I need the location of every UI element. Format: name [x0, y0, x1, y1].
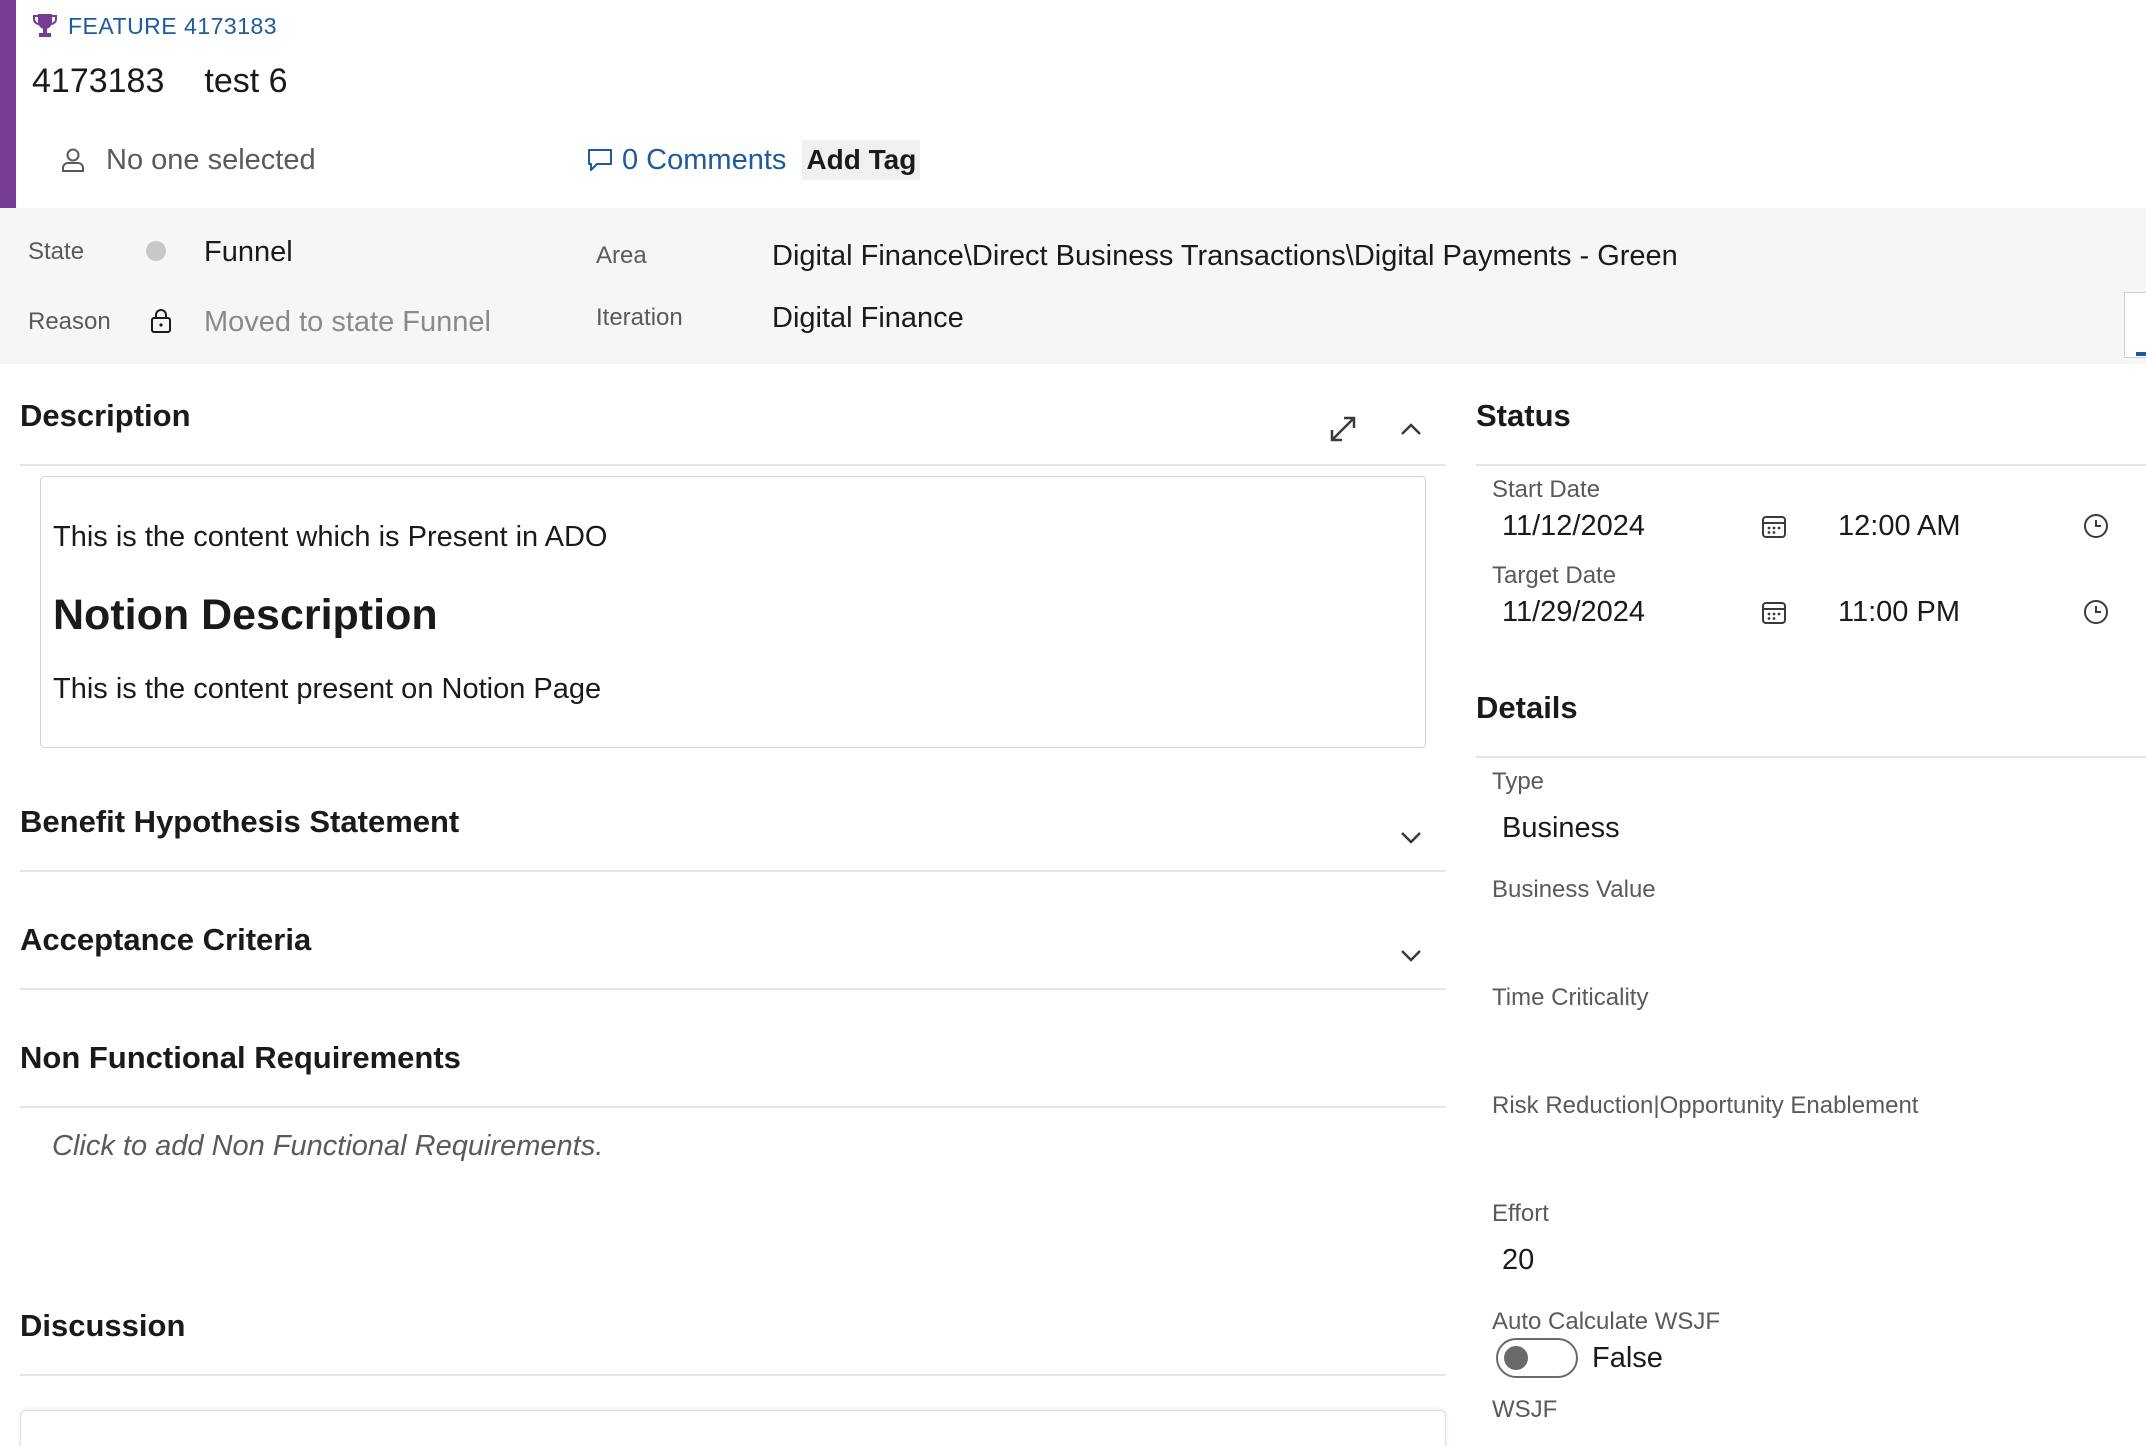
work-item-header: FEATURE 4173183 4173183 test 6 No one se…: [16, 0, 2146, 208]
description-section-title[interactable]: Description: [20, 398, 191, 434]
chevron-down-icon[interactable]: [1394, 938, 1428, 972]
state-indicator: [146, 241, 166, 261]
description-divider: [20, 464, 1446, 466]
add-tag-button[interactable]: Add Tag: [802, 140, 921, 180]
work-item-id: 4173183: [32, 62, 165, 100]
work-item-color-bar: [0, 0, 16, 208]
calendar-icon[interactable]: [1760, 598, 1788, 626]
description-heading: Notion Description: [53, 591, 438, 639]
nfr-section-title[interactable]: Non Functional Requirements: [20, 1040, 461, 1076]
iteration-path-field[interactable]: Digital Finance: [772, 302, 964, 335]
nfr-divider: [20, 1106, 1446, 1108]
target-date-label: Target Date: [1492, 562, 1617, 589]
work-item-type-link[interactable]: FEATURE 4173183: [68, 13, 277, 40]
side-panel-tab[interactable]: [2124, 292, 2146, 358]
side-panel-tab-indicator: [2136, 352, 2146, 356]
meta-row: No one selected 0 Comments Add Tag: [60, 140, 921, 180]
acceptance-divider: [20, 988, 1446, 990]
clock-icon[interactable]: [2082, 598, 2110, 626]
iteration-label: Iteration: [596, 304, 683, 331]
lock-icon: [151, 309, 171, 333]
person-icon: [62, 148, 84, 172]
work-item-title[interactable]: test 6: [204, 62, 287, 101]
nfr-editor-placeholder[interactable]: Click to add Non Functional Requirements…: [52, 1130, 603, 1163]
acceptance-criteria-section-title[interactable]: Acceptance Criteria: [20, 922, 311, 958]
target-date-input[interactable]: 11/29/2024: [1502, 596, 1645, 629]
assigned-to-picker[interactable]: No one selected: [106, 144, 586, 177]
target-time-input[interactable]: 11:00 PM: [1838, 596, 1960, 629]
details-divider: [1476, 756, 2146, 758]
auto-wsjf-label: Auto Calculate WSJF: [1492, 1308, 1721, 1335]
area-path-field[interactable]: Digital Finance\Direct Business Transact…: [772, 240, 1678, 273]
auto-wsjf-value: False: [1592, 1342, 1663, 1374]
start-time-input[interactable]: 12:00 AM: [1838, 510, 1961, 543]
type-label: Type: [1492, 768, 1545, 795]
description-paragraph-2: This is the content present on Notion Pa…: [53, 673, 602, 705]
calendar-icon[interactable]: [1760, 512, 1788, 540]
state-label: State: [28, 238, 85, 265]
wsjf-label: WSJF: [1492, 1396, 1558, 1423]
chevron-up-icon[interactable]: [1394, 412, 1428, 446]
trophy-icon: [33, 14, 57, 37]
comments-label: 0 Comments: [622, 143, 787, 176]
type-dropdown[interactable]: Business: [1502, 812, 1620, 845]
clock-icon[interactable]: [2082, 512, 2110, 540]
status-divider: [1476, 464, 2146, 466]
area-label: Area: [596, 242, 647, 269]
effort-input[interactable]: 20: [1502, 1244, 1534, 1277]
time-criticality-input[interactable]: [1492, 1018, 2092, 1062]
risk-reduction-label: Risk Reduction|Opportunity Enablement: [1492, 1092, 1919, 1119]
start-date-label: Start Date: [1492, 476, 1601, 503]
comment-icon: [588, 149, 612, 171]
details-section-title: Details: [1476, 690, 1578, 725]
title-row: 4173183 test 6: [32, 62, 288, 101]
effort-label: Effort: [1492, 1200, 1549, 1227]
business-value-label: Business Value: [1492, 876, 1656, 903]
benefit-divider: [20, 870, 1446, 872]
benefit-hypothesis-section-title[interactable]: Benefit Hypothesis Statement: [20, 804, 459, 840]
toggle-knob: [1504, 1346, 1528, 1370]
business-value-input[interactable]: [1492, 910, 2092, 954]
state-dropdown[interactable]: Funnel: [204, 236, 293, 269]
start-date-input[interactable]: 11/12/2024: [1502, 510, 1645, 543]
reason-field: Moved to state Funnel: [204, 306, 491, 338]
discussion-input[interactable]: [20, 1410, 1446, 1446]
description-editor[interactable]: This is the content which is Present in …: [40, 476, 1426, 748]
description-paragraph-1: This is the content which is Present in …: [53, 521, 608, 553]
status-section-title: Status: [1476, 398, 1571, 433]
comments-link[interactable]: 0 Comments: [586, 144, 786, 177]
chevron-down-icon[interactable]: [1394, 820, 1428, 854]
time-criticality-label: Time Criticality: [1492, 984, 1649, 1011]
discussion-section-title: Discussion: [20, 1308, 186, 1343]
auto-wsjf-toggle[interactable]: [1496, 1338, 1578, 1378]
discussion-divider: [20, 1374, 1446, 1376]
reason-label: Reason: [28, 308, 111, 335]
expand-icon[interactable]: [1326, 412, 1360, 446]
work-item-type-row: FEATURE 4173183: [32, 12, 277, 40]
fields-band: State Funnel Reason Moved to state Funne…: [0, 208, 2146, 364]
risk-reduction-input[interactable]: [1492, 1126, 2092, 1170]
